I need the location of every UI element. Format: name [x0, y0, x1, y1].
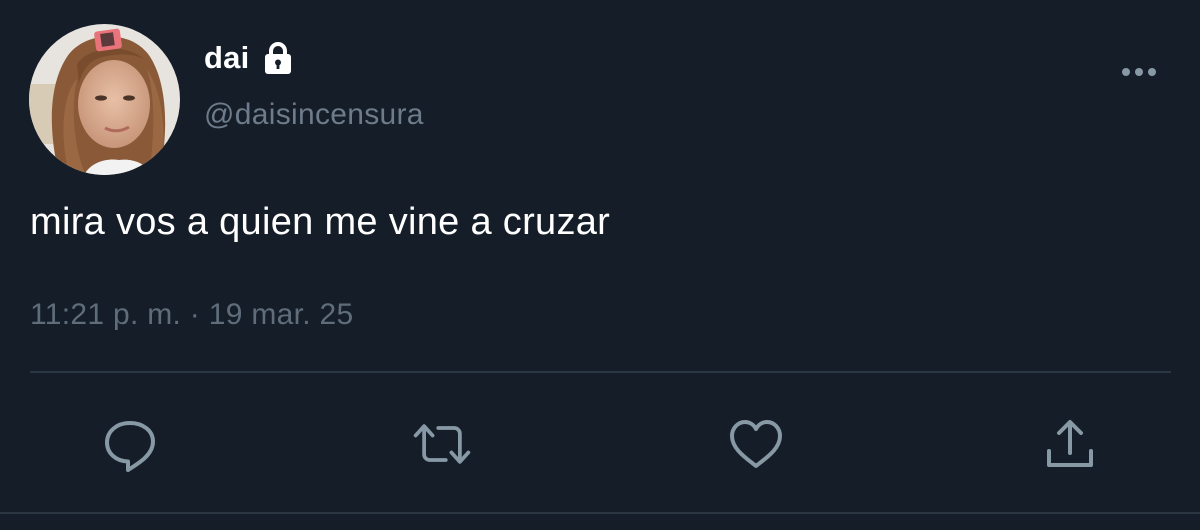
timestamp-separator: · [181, 298, 209, 331]
timestamp[interactable]: 11:21 p. m. · 19 mar. 25 [30, 298, 354, 332]
share-button[interactable] [1038, 412, 1102, 476]
lock-icon [263, 41, 293, 75]
bottom-divider [0, 512, 1200, 514]
divider [30, 371, 1171, 373]
heart-icon [730, 420, 782, 468]
author-row: dai [204, 38, 293, 78]
retweet-button[interactable] [410, 412, 474, 476]
reply-button[interactable] [98, 412, 162, 476]
tweet-card: dai @daisincensura mira vos a quien me v… [0, 0, 1200, 530]
display-name[interactable]: dai [204, 40, 249, 76]
retweet-icon [413, 424, 471, 464]
tweet-date: 19 mar. 25 [208, 298, 354, 331]
like-button[interactable] [724, 412, 788, 476]
tweet-time: 11:21 p. m. [30, 298, 182, 331]
avatar[interactable] [29, 24, 180, 175]
avatar-photo [29, 24, 180, 175]
more-horizontal-icon[interactable] [1118, 62, 1160, 82]
tweet-text: mira vos a quien me vine a cruzar [30, 201, 611, 243]
reply-icon [105, 421, 155, 472]
user-handle[interactable]: @daisincensura [204, 98, 424, 132]
share-icon [1047, 420, 1093, 467]
